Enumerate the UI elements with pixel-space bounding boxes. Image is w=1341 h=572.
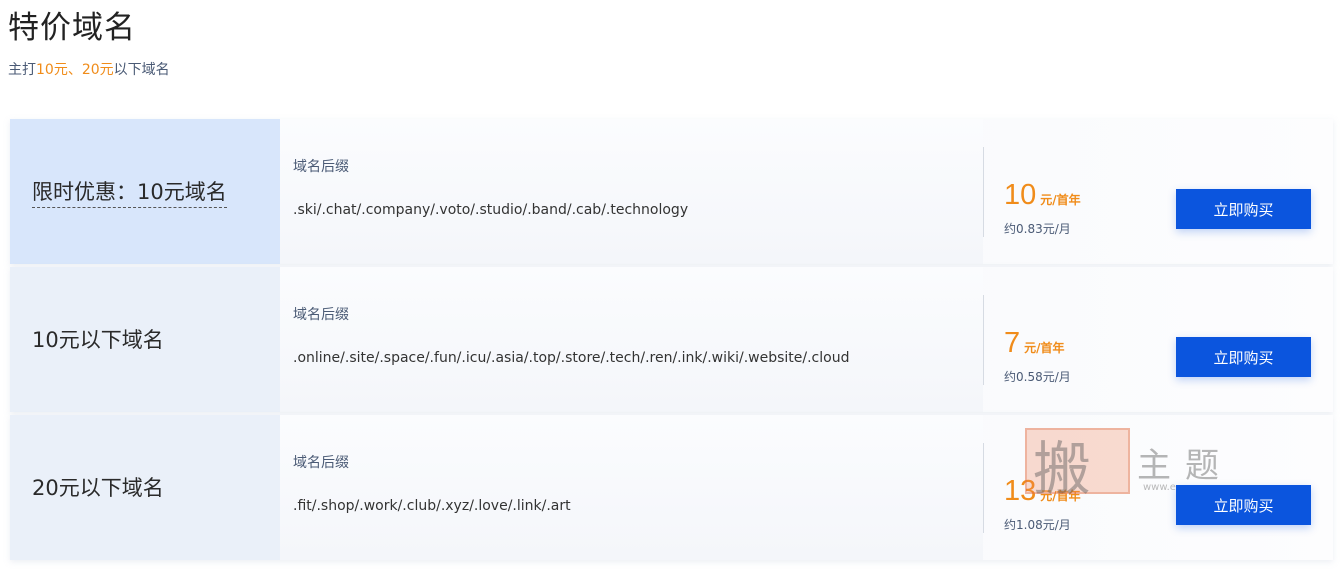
price-value: 7 (1004, 327, 1021, 359)
subtitle-suffix: 以下域名 (113, 62, 170, 78)
offer-suffix-panel: 域名后缀 .fit/.shop/.work/.club/.xyz/.love/.… (280, 415, 983, 560)
offer-suffix-panel: 域名后缀 .ski/.chat/.company/.voto/.studio/.… (280, 119, 983, 264)
monthly-price: 约0.58元/月 (1004, 370, 1071, 384)
price-unit: 元/首年 (1040, 193, 1081, 207)
suffix-title: 域名后缀 (293, 307, 349, 323)
price-unit: 元/首年 (1040, 489, 1081, 503)
subtitle-separator: 、 (67, 62, 82, 78)
buy-now-button[interactable]: 立即购买 (1176, 485, 1311, 525)
price-value: 10 (1004, 179, 1037, 211)
offer-category-panel[interactable]: 10元以下域名 (10, 267, 280, 412)
offer-row-under-20[interactable]: 20元以下域名 域名后缀 .fit/.shop/.work/.club/.xyz… (10, 415, 1333, 560)
row-divider (983, 295, 984, 385)
buy-now-button[interactable]: 立即购买 (1176, 337, 1311, 377)
suffix-list: .fit/.shop/.work/.club/.xyz/.love/.link/… (293, 498, 571, 514)
monthly-price: 约0.83元/月 (1004, 222, 1071, 236)
offer-category-label[interactable]: 10元以下域名 (32, 324, 164, 354)
suffix-title: 域名后缀 (293, 159, 349, 175)
offer-category-panel[interactable]: 限时优惠：10元域名 (10, 119, 280, 264)
offer-suffix-panel: 域名后缀 .online/.site/.space/.fun/.icu/.asi… (280, 267, 983, 412)
offer-category-panel[interactable]: 20元以下域名 (10, 415, 280, 560)
offer-category-label[interactable]: 限时优惠：10元域名 (32, 176, 227, 208)
offer-row-under-10[interactable]: 10元以下域名 域名后缀 .online/.site/.space/.fun/.… (10, 267, 1333, 412)
offer-category-label[interactable]: 20元以下域名 (32, 472, 164, 502)
buy-now-button[interactable]: 立即购买 (1176, 189, 1311, 229)
domain-offer-list: 限时优惠：10元域名 域名后缀 .ski/.chat/.company/.vot… (10, 119, 1333, 563)
suffix-title: 域名后缀 (293, 455, 349, 471)
offer-row-limited[interactable]: 限时优惠：10元域名 域名后缀 .ski/.chat/.company/.vot… (10, 119, 1333, 264)
monthly-price: 约1.08元/月 (1004, 518, 1071, 532)
page-subtitle: 主打10元、20元以下域名 (8, 59, 170, 79)
suffix-list: .online/.site/.space/.fun/.icu/.asia/.to… (293, 350, 850, 366)
price-unit: 元/首年 (1024, 341, 1065, 355)
row-divider (983, 147, 984, 237)
subtitle-highlight-20: 20元 (81, 62, 114, 78)
subtitle-prefix: 主打 (8, 62, 36, 78)
price-value: 13 (1004, 475, 1037, 507)
price-box: 13 元/首年 (1004, 475, 1081, 508)
subtitle-highlight-10: 10元 (36, 62, 68, 78)
suffix-list: .ski/.chat/.company/.voto/.studio/.band/… (293, 202, 689, 218)
price-box: 7 元/首年 (1004, 327, 1065, 360)
row-divider (983, 443, 984, 533)
price-box: 10 元/首年 (1004, 179, 1081, 212)
page-title: 特价域名 (8, 10, 136, 46)
